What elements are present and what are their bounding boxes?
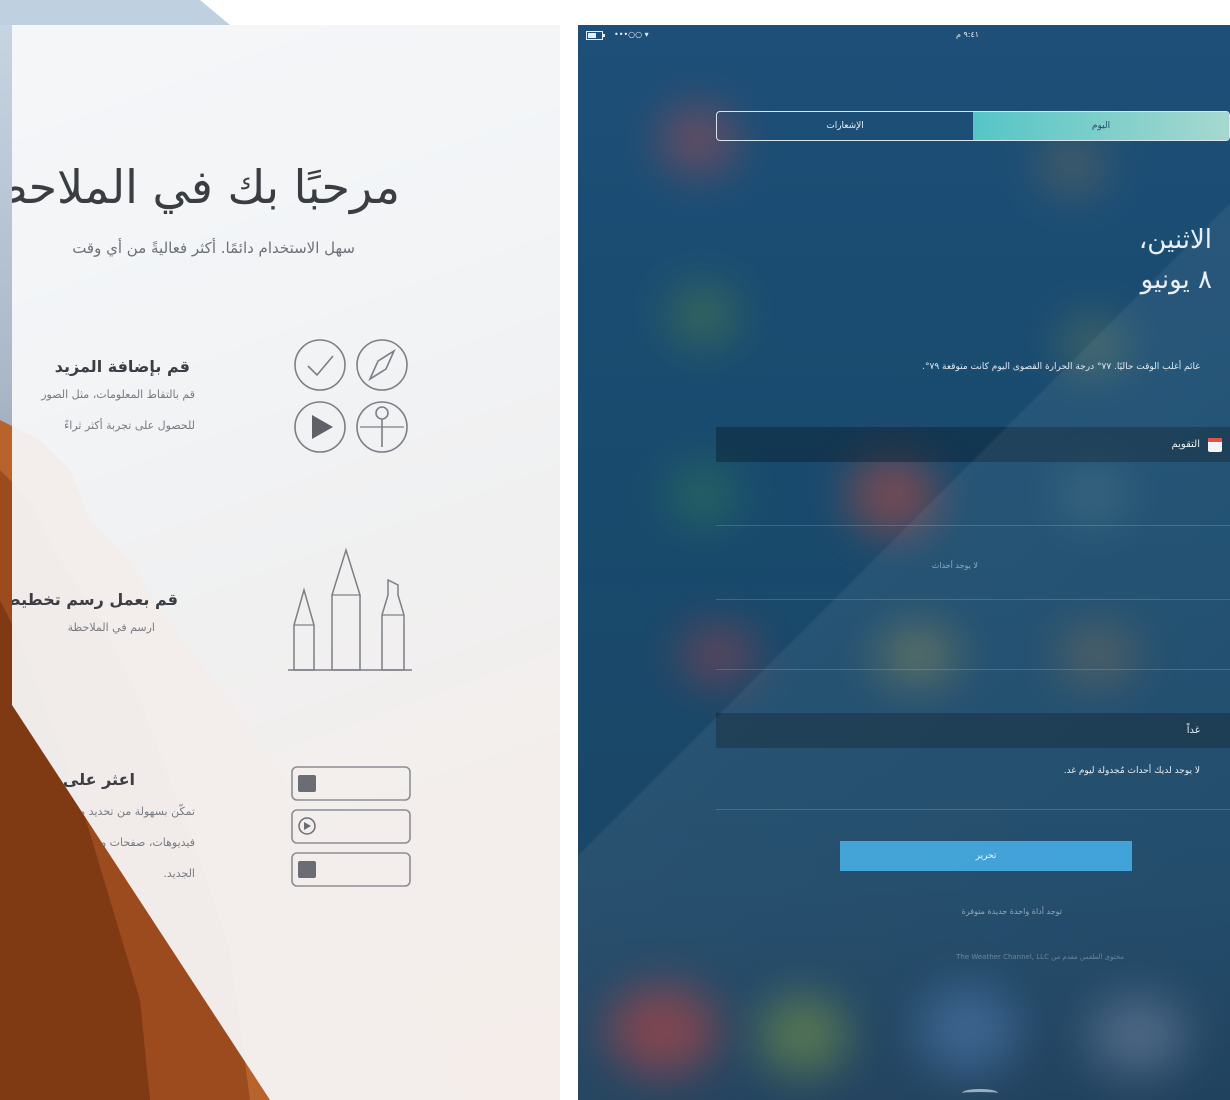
weather-summary: غائم أغلب الوقت حاليًا. ٧٧° درجة الحرارة… [922,362,1200,372]
edit-button[interactable]: تحرير [840,841,1132,871]
pen-icon [331,547,361,671]
tomorrow-summary: لا يوجد لديك أحداث مُجدولة ليوم غد. [1063,766,1200,776]
blurred-app-icon [668,285,738,345]
welcome-subtitle: سهل الاستخدام دائمًا. أكثر فعاليةً من أي… [72,239,355,257]
blurred-dock-icon [758,995,848,1075]
carrier-signal: •••○○ ▾ [614,30,649,39]
checkmark-icon [294,339,346,391]
calendar-section-header[interactable] [716,427,1230,462]
notes-welcome-window: مرحبًا بك في الملاحظات سهل الاستخدام دائ… [0,0,560,1100]
status-time: ٩:٤١ م [956,30,980,39]
feature-attachments-line-2: للحصول على تجربة أكثر ثراءً [64,419,195,432]
calendar-label: التقويم [1171,439,1200,450]
weather-attribution: محتوى الطقس مقدم من The Weather Channel,… [956,953,1124,961]
attachments-list-icon [291,766,411,887]
today-notifications-segmented-control[interactable]: اليوم الإشعارات [716,111,1230,141]
compass-icon [356,339,408,391]
blurred-app-icon [1038,135,1108,195]
attachment-icons-grid [294,339,408,453]
feature-attachments-title: قم بإضافة المزيد [54,357,190,376]
ipad-today-view: •••○○ ▾ ٩:٤١ م اليوم الإشعارات الاثنين، … [578,25,1230,1100]
blurred-app-icon [1058,465,1128,525]
blurred-app-icon [668,465,738,525]
date-day: ٨ يونيو [1140,265,1212,295]
blurred-dock-icon [608,985,718,1075]
feature-attachments-line-1: قم بالتقاط المعلومات، مثل الصور [41,388,195,401]
battery-icon [586,31,605,40]
date-weekday: الاثنين، [1138,225,1212,255]
blurred-dock-icon [918,985,1018,1075]
blurred-app-icon [678,625,758,685]
marker-icon [381,578,405,671]
blurred-app-icon [848,455,938,535]
feature-sketch-line-1: ارسم في الملاحظة [67,621,155,634]
pencil-icon [293,587,315,671]
tomorrow-label: غداً [1186,725,1200,736]
status-bar: •••○○ ▾ ٩:٤١ م [578,25,1230,47]
grabber-handle[interactable] [962,1089,998,1097]
tab-notifications[interactable]: الإشعارات [717,112,973,140]
blurred-dock-icon [1088,995,1188,1075]
new-widgets-text[interactable]: توجد أداة واحدة جديدة متوفرة [962,907,1062,916]
no-events-text: لا يوجد أحداث [931,561,978,570]
drawing-tools-icon [288,547,412,671]
welcome-title: مرحبًا بك في الملاحظات [0,160,400,214]
feature-sketch-title: قم بعمل رسم تخطيطي [0,590,178,609]
calendar-icon [1208,438,1222,452]
tomorrow-section-header [716,713,1230,748]
blurred-app-icon [878,625,958,685]
blurred-app-icon [1058,625,1138,685]
tab-today[interactable]: اليوم [973,112,1229,140]
feature-find-line-3: الجديد. [163,867,195,880]
